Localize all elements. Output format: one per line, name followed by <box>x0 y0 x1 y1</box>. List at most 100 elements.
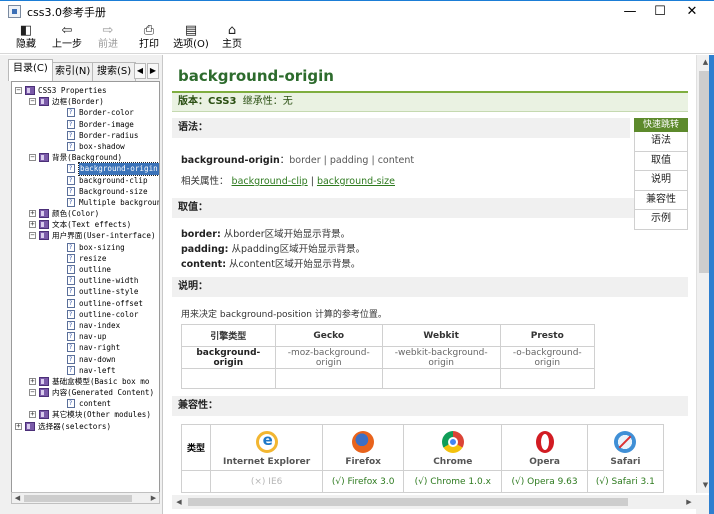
engine-header-webkit: Webkit <box>381 324 501 347</box>
tree-item[interactable]: outline-width <box>12 275 159 286</box>
scroll-thumb[interactable] <box>24 495 132 502</box>
hide-button[interactable]: ◧ 隐藏 <box>6 23 46 53</box>
tree-item[interactable]: nav-right <box>12 342 159 354</box>
minimize-button[interactable]: — <box>614 1 646 23</box>
tree-item[interactable]: outline-style <box>12 286 159 298</box>
tree-item[interactable]: + 颜色(Color) <box>12 208 159 219</box>
collapse-icon[interactable]: − <box>15 87 22 94</box>
scroll-right-icon[interactable]: ▶ <box>682 495 696 509</box>
expand-icon[interactable]: + <box>29 221 36 229</box>
tree-item[interactable]: + 其它模块(Other modules) <box>12 409 159 420</box>
back-button[interactable]: ⇦ 上一步 <box>47 23 87 53</box>
tree-item[interactable]: box-shadow <box>12 141 159 152</box>
tree-item-label: nav-index <box>79 320 121 330</box>
collapse-icon[interactable]: − <box>29 389 36 397</box>
tree-item[interactable]: box-sizing <box>12 242 159 253</box>
scroll-left-icon[interactable]: ◀ <box>172 495 186 509</box>
support-blank <box>181 470 211 493</box>
close-button[interactable]: ✕ <box>676 1 708 23</box>
horizontal-scroll-thumb[interactable] <box>188 498 628 506</box>
engine-row-label: background-origin <box>181 346 276 369</box>
collapse-icon[interactable]: − <box>29 154 36 162</box>
jump-compatibility[interactable]: 兼容性 <box>634 190 688 211</box>
scroll-right-icon[interactable]: ▶ <box>148 493 159 503</box>
tree-item-label: 文本(Text effects) <box>52 220 132 230</box>
value-content-text: 从content区域开始显示背景。 <box>229 259 361 270</box>
tree-item[interactable]: outline-color <box>12 309 159 320</box>
tree-item[interactable]: background-clip <box>12 175 159 186</box>
page-icon <box>67 398 75 409</box>
engine-blank-row <box>181 368 596 389</box>
tree-item[interactable]: + 文本(Text effects) <box>12 219 159 230</box>
page-icon <box>67 298 75 309</box>
tree-item-label: Border-color <box>79 108 134 118</box>
tree-item[interactable]: nav-up <box>12 331 159 342</box>
page-icon <box>67 253 75 264</box>
jump-description[interactable]: 说明 <box>634 171 688 191</box>
book-icon <box>39 388 49 398</box>
expand-icon[interactable]: + <box>15 422 22 430</box>
home-button[interactable]: ⌂ 主页 <box>212 23 252 53</box>
tree-item-label: Background-size <box>79 186 148 196</box>
maximize-button[interactable]: ☐ <box>644 1 676 23</box>
compatibility-heading: 兼容性： <box>172 396 688 416</box>
jump-values[interactable]: 取值 <box>634 151 688 172</box>
tab-contents[interactable]: 目录(C) <box>8 59 53 81</box>
tab-scroll-right-icon[interactable]: ▶ <box>147 63 159 79</box>
tree-item[interactable]: − 内容(Generated Content) <box>12 387 159 398</box>
jump-examples[interactable]: 示例 <box>634 210 688 230</box>
link-background-size[interactable]: background-size <box>317 176 395 187</box>
value-border: border: 从border区域开始显示背景。 <box>181 226 350 240</box>
tree-item[interactable]: − 边框(Border) <box>12 96 159 107</box>
tree-item[interactable]: − CSS3 Properties <box>12 85 159 96</box>
tree-item[interactable]: nav-index <box>12 320 159 331</box>
browser-firefox: Firefox <box>322 424 405 471</box>
tree-item-label: Border-image <box>79 119 134 129</box>
tree-item[interactable]: Multiple backgrounds <box>12 197 159 208</box>
tree-item[interactable]: − 背景(Background) <box>12 152 159 163</box>
options-button[interactable]: ▤ 选项(O) <box>171 23 211 53</box>
tree-item[interactable]: outline-offset <box>12 298 159 309</box>
collapse-icon[interactable]: − <box>29 98 36 106</box>
value-padding-text: 从padding区域开始显示背景。 <box>231 244 366 255</box>
tree-item[interactable]: nav-left <box>12 365 159 376</box>
tree-horizontal-scrollbar[interactable]: ◀ ▶ <box>11 492 160 504</box>
tree-item[interactable]: − 用户界面(User-interface) <box>12 230 159 241</box>
tree-item[interactable]: content <box>12 398 159 409</box>
page-icon <box>67 286 75 298</box>
tree-item[interactable]: nav-down <box>12 354 159 365</box>
forward-button[interactable]: ⇨ 前进 <box>88 23 128 53</box>
tree-item[interactable]: Border-color <box>12 107 159 119</box>
tree-item[interactable]: outline <box>12 264 159 275</box>
blank-cell <box>181 368 276 389</box>
tab-scroll-left-icon[interactable]: ◀ <box>134 63 146 79</box>
description-text: 用来决定 background-position 计算的参考位置。 <box>181 310 387 320</box>
tree-item[interactable]: background-origin <box>12 162 159 176</box>
collapse-icon[interactable]: − <box>29 232 36 240</box>
page-icon <box>67 141 75 152</box>
page-icon <box>67 264 75 275</box>
print-button[interactable]: ⎙ 打印 <box>129 23 169 53</box>
tree-item-label: 基础盒模型(Basic box mo <box>52 376 150 386</box>
tree-item-label: box-shadow <box>79 141 125 151</box>
tab-index[interactable]: 索引(N) <box>50 62 96 81</box>
book-icon <box>39 410 49 420</box>
page-icon <box>67 163 75 175</box>
tree-item[interactable]: Background-size <box>12 186 159 197</box>
contents-tree: −CSS3 Properties−边框(Border)Border-colorB… <box>11 81 160 503</box>
tab-search[interactable]: 搜索(S) <box>92 62 137 81</box>
tree-item[interactable]: + 选择器(selectors) <box>12 421 159 432</box>
expand-icon[interactable]: + <box>29 210 36 218</box>
internet-explorer-icon: e <box>255 431 278 453</box>
link-background-clip[interactable]: background-clip <box>232 176 308 187</box>
tree-item[interactable]: resize <box>12 253 159 264</box>
content-horizontal-scrollbar[interactable]: ◀ ▶ <box>172 495 696 509</box>
tree-item[interactable]: + 基础盒模型(Basic box mo <box>12 376 159 387</box>
expand-icon[interactable]: + <box>29 411 36 419</box>
jump-syntax[interactable]: 语法 <box>634 132 688 152</box>
expand-icon[interactable]: + <box>29 377 36 385</box>
tree-item[interactable]: Border-radius <box>12 130 159 141</box>
tree-item[interactable]: Border-image <box>12 119 159 130</box>
scroll-left-icon[interactable]: ◀ <box>12 493 23 503</box>
printer-icon: ⎙ <box>143 23 155 38</box>
